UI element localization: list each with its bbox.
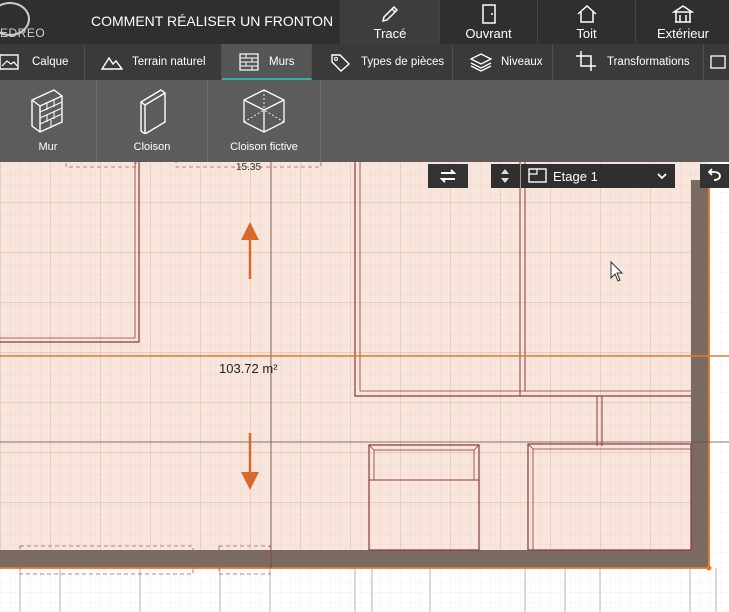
- swap-button[interactable]: [428, 164, 468, 188]
- tool-types-de-pieces[interactable]: Types de pièces: [313, 44, 453, 80]
- wireframe-cube-icon: [243, 89, 285, 133]
- crop-icon: [576, 51, 596, 71]
- roof-icon: [577, 4, 596, 23]
- tag-icon: [331, 54, 351, 72]
- brick-wall-icon: [239, 53, 259, 71]
- tool-murs[interactable]: Murs: [222, 44, 312, 80]
- tool-transformations-label: Transformations: [607, 56, 690, 68]
- wall-tool-cloison-fictive-label: Cloison fictive: [230, 141, 298, 153]
- tab-toit-label: Toit: [576, 26, 597, 41]
- tool-types-de-pieces-label: Types de pièces: [361, 56, 445, 68]
- tool-transformations[interactable]: Transformations: [553, 44, 704, 80]
- tool-more[interactable]: [704, 44, 729, 80]
- undo-icon: [707, 168, 721, 181]
- dimension-label: 15.35: [236, 162, 262, 173]
- tool-terrain-naturel[interactable]: Terrain naturel: [85, 44, 222, 80]
- tool-niveaux[interactable]: Niveaux: [453, 44, 553, 80]
- project-title: COMMENT RÉALISER UN FRONTON: [91, 13, 334, 29]
- tab-ouvrant[interactable]: Ouvrant: [439, 0, 537, 44]
- tab-exterieur[interactable]: Extérieur: [635, 0, 729, 44]
- undo-button[interactable]: [700, 164, 729, 188]
- layer-image-icon: [0, 54, 19, 70]
- logo-text: EDREO: [0, 26, 46, 40]
- swap-arrows-icon: [439, 169, 457, 183]
- pencil-icon: [381, 5, 399, 23]
- tools-toolbar: Calque Terrain naturel Murs Types de piè…: [0, 44, 729, 80]
- tab-exterieur-label: Extérieur: [656, 26, 710, 41]
- floor-plan-icon: [528, 168, 547, 183]
- gazebo-icon: [672, 5, 694, 23]
- brick-wall-icon: [31, 89, 63, 133]
- wall-tool-cloison-fictive[interactable]: Cloison fictive: [208, 80, 321, 162]
- tab-ouvrant-label: Ouvrant: [465, 26, 512, 41]
- tab-trace-label: Tracé: [373, 26, 407, 41]
- tool-calque-label: Calque: [32, 56, 69, 68]
- floor-plan-drawing: [0, 162, 729, 612]
- up-down-arrows-icon: [501, 169, 509, 183]
- wall-tools-panel: Mur Cloison Cloison fictive: [0, 80, 729, 162]
- app-logo[interactable]: EDREO: [0, 0, 46, 44]
- top-bar: EDREO COMMENT RÉALISER UN FRONTON Tracé …: [0, 0, 729, 46]
- tool-murs-label: Murs: [269, 56, 295, 68]
- door-icon: [481, 4, 496, 24]
- wall-tool-mur-label: Mur: [38, 141, 58, 153]
- tool-calque[interactable]: Calque: [0, 44, 85, 80]
- wall-tool-cloison-label: Cloison: [133, 141, 171, 153]
- tab-trace[interactable]: Tracé: [340, 0, 439, 46]
- level-stepper[interactable]: [491, 164, 520, 188]
- chevron-down-icon: [657, 173, 667, 180]
- tool-terrain-naturel-label: Terrain naturel: [132, 56, 206, 68]
- wall-tool-mur[interactable]: Mur: [0, 80, 97, 162]
- mountain-icon: [101, 56, 123, 70]
- partition-panel-icon: [140, 89, 166, 134]
- tab-toit[interactable]: Toit: [537, 0, 635, 44]
- level-select[interactable]: Etage 1: [521, 164, 675, 188]
- stacked-layers-icon: [469, 53, 493, 72]
- wall-tool-cloison[interactable]: Cloison: [97, 80, 208, 162]
- tool-niveaux-label: Niveaux: [501, 56, 543, 68]
- level-select-value: Etage 1: [553, 169, 598, 184]
- overflow-tool-icon: [710, 55, 726, 69]
- room-area-label: 103.72 m²: [219, 361, 278, 376]
- floor-plan-canvas[interactable]: 15.35: [0, 162, 729, 612]
